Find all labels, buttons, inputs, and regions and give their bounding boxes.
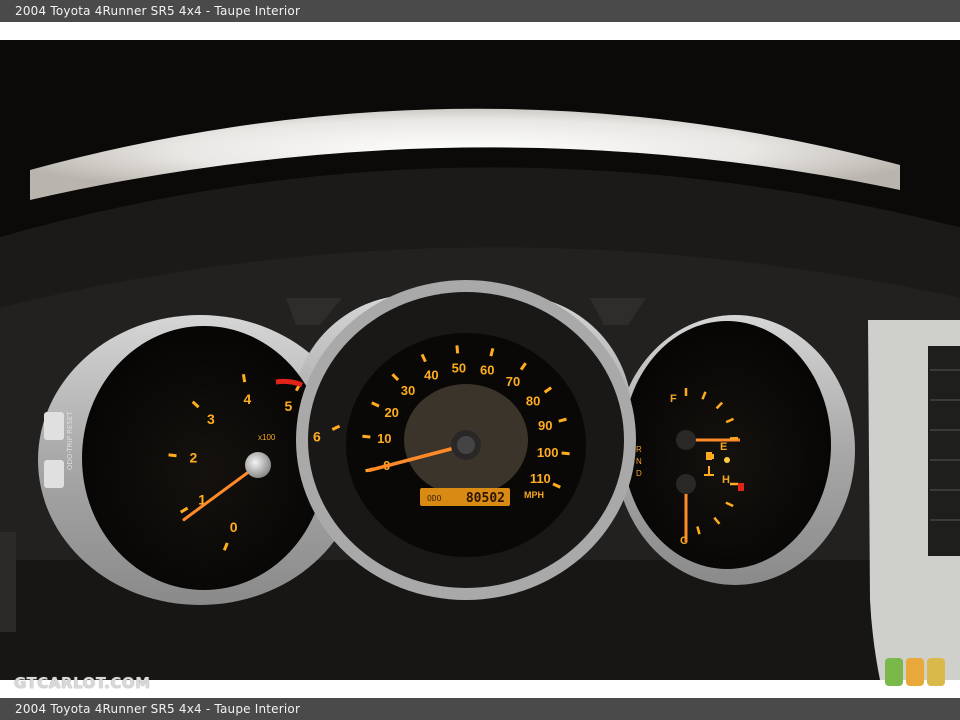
speed-tick-label: 40 [424, 367, 438, 382]
speed-tick-mark [558, 417, 567, 423]
tach-tick-mark [241, 373, 247, 383]
page-title: 2004 Toyota 4Runner SR5 4x4 - Taupe Inte… [0, 0, 960, 22]
odometer-readout: 80502 [466, 491, 505, 506]
tach-tick-label: 4 [244, 391, 252, 407]
fuel-empty-label: E [720, 441, 727, 453]
speed-tick-label: 70 [506, 374, 520, 389]
shift-d-label: D [636, 469, 642, 478]
tach-tick-label: 2 [189, 450, 197, 466]
speed-unit-label: MPH [524, 490, 544, 500]
shift-r-label: R [636, 445, 642, 454]
tach-tick-label: 6 [313, 429, 321, 445]
photo-caption: 2004 Toyota 4Runner SR5 4x4 - Taupe Inte… [0, 698, 960, 720]
dashboard-photo: 01234560102030405060708090100110 ODO 805… [0, 40, 960, 680]
speed-tick-label: 100 [537, 445, 559, 460]
tach-tick-label: 3 [207, 411, 215, 427]
swatch-yellow [927, 658, 945, 686]
fuel-full-label: F [670, 393, 677, 405]
speed-tick-label: 90 [538, 418, 552, 433]
speed-tick-label: 80 [526, 393, 540, 408]
odometer-label: ODO [427, 494, 442, 503]
tach-tick-label: 0 [230, 519, 238, 535]
swatch-orange [906, 658, 924, 686]
speed-tick-label: 20 [384, 405, 398, 420]
trip-reset-label: ODO-TRIP RESET [66, 411, 74, 470]
tach-unit-label: x100 [258, 433, 276, 442]
speed-tick-mark [561, 451, 570, 456]
shift-n-label: N [636, 457, 642, 466]
tach-tick-mark [168, 453, 177, 458]
site-watermark: GTCARLOT.COM [14, 674, 151, 692]
color-swatches [885, 658, 945, 686]
speed-tick-label: 50 [452, 360, 466, 375]
speed-tick-mark [489, 348, 495, 357]
speed-tick-label: 10 [377, 431, 391, 446]
tach-tick-label: 5 [284, 398, 292, 414]
temp-cold-label: C [680, 535, 688, 547]
speed-tick-mark [362, 434, 371, 439]
speed-tick-label: 110 [530, 471, 551, 486]
speed-tick-mark [455, 345, 460, 354]
temp-hot-label: H [722, 474, 730, 486]
swatch-green [885, 658, 903, 686]
speed-tick-label: 60 [480, 363, 494, 378]
speed-tick-label: 30 [401, 383, 415, 398]
